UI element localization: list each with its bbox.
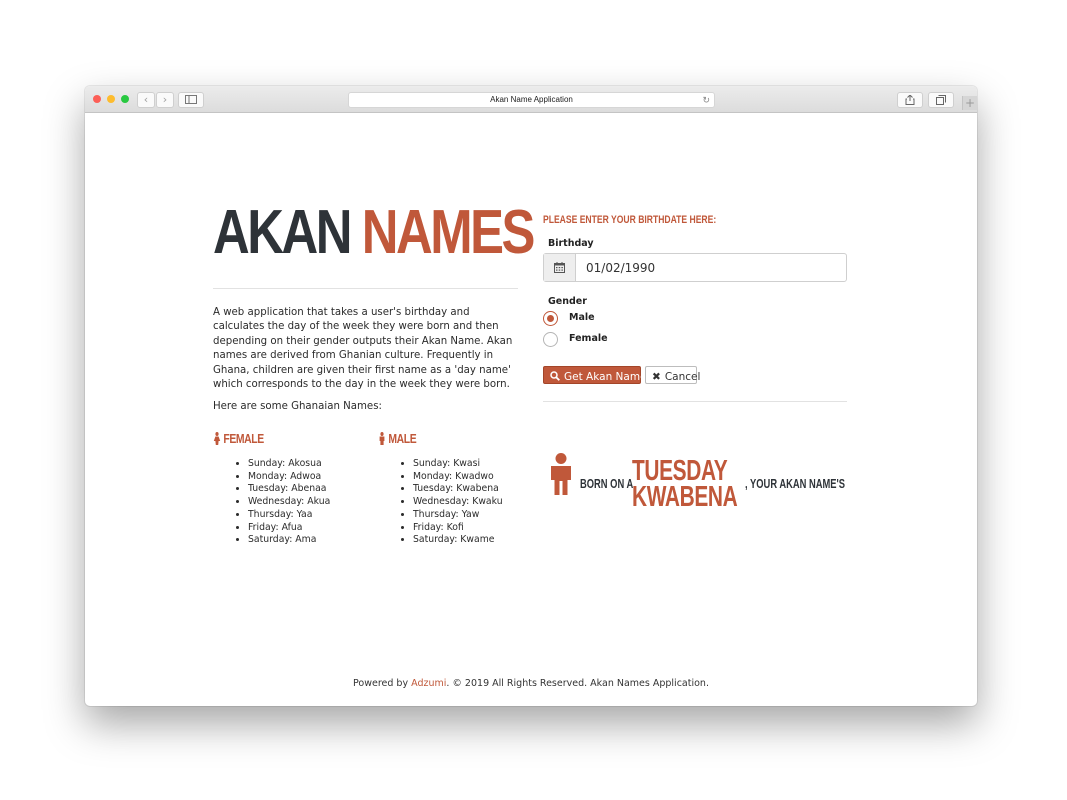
list-item: Wednesday: Kwaku	[413, 496, 503, 509]
your-akan-name-text: , YOUR AKAN NAME'S	[745, 476, 846, 491]
brand-word-2: NAMES	[361, 198, 536, 267]
brand-word-1: AKAN	[213, 198, 352, 267]
show-tabs-button[interactable]	[928, 92, 954, 108]
get-akan-name-button[interactable]: Get Akan Name	[543, 366, 647, 384]
person-icon	[551, 453, 571, 495]
footer-link[interactable]: Adzumi	[411, 678, 446, 689]
form-title: PLEASE ENTER YOUR BIRTHDATE HERE:	[543, 214, 717, 226]
brand-logo: AKAN NAMES	[213, 202, 535, 264]
list-item: Monday: Kwadwo	[413, 471, 503, 484]
list-item: Saturday: Kwame	[413, 534, 503, 547]
cancel-button[interactable]: ✖ Cancel	[645, 366, 700, 384]
page-content: AKAN NAMES A web application that takes …	[85, 113, 977, 706]
share-button[interactable]	[897, 92, 923, 108]
male-heading: MALE	[378, 431, 417, 446]
share-icon	[905, 95, 915, 105]
divider	[213, 288, 518, 289]
list-item: Sunday: Kwasi	[413, 458, 503, 471]
list-item: Tuesday: Abenaa	[248, 483, 330, 496]
female-radio[interactable]	[543, 332, 558, 347]
gender-label: Gender	[548, 296, 587, 307]
address-bar[interactable]: Akan Name Application ↻	[348, 92, 715, 108]
list-item: Wednesday: Akua	[248, 496, 330, 509]
male-names-list: Sunday: Kwasi Monday: Kwadwo Tuesday: Kw…	[393, 458, 503, 547]
male-icon	[379, 432, 385, 445]
list-item: Tuesday: Kwabena	[413, 483, 503, 496]
footer: Powered by Adzumi. © 2019 All Rights Res…	[85, 678, 977, 689]
close-icon: ✖	[652, 371, 661, 383]
calendar-addon[interactable]	[544, 254, 576, 281]
result-akan-name: KWABENA	[632, 481, 738, 513]
list-item: Monday: Adwoa	[248, 471, 330, 484]
sidebar-toggle-button[interactable]	[178, 92, 204, 108]
browser-window: ‹ › Akan Name Application ↻ + AKAN NAMES…	[85, 86, 977, 706]
result-panel: BORN ON A TUESDAY KWABENA , YOUR AKAN NA…	[548, 453, 848, 523]
forward-button[interactable]: ›	[156, 92, 174, 108]
female-radio-label: Female	[569, 333, 608, 344]
female-names-list: Sunday: Akosua Monday: Adwoa Tuesday: Ab…	[228, 458, 330, 547]
list-item: Saturday: Ama	[248, 534, 330, 547]
zoom-window-button[interactable]	[121, 95, 129, 103]
browser-titlebar: ‹ › Akan Name Application ↻ +	[85, 86, 977, 113]
birthday-label: Birthday	[548, 238, 594, 249]
reload-icon[interactable]: ↻	[702, 93, 710, 107]
list-item: Thursday: Yaa	[248, 509, 330, 522]
list-item: Sunday: Akosua	[248, 458, 330, 471]
list-item: Thursday: Yaw	[413, 509, 503, 522]
birthday-input[interactable]	[576, 254, 844, 281]
male-radio-label: Male	[569, 312, 595, 323]
male-radio[interactable]	[543, 311, 558, 326]
calendar-icon	[554, 262, 565, 273]
close-window-button[interactable]	[93, 95, 101, 103]
female-heading: FEMALE	[213, 431, 264, 446]
back-button[interactable]: ‹	[137, 92, 155, 108]
get-akan-name-label: Get Akan Name	[564, 371, 647, 383]
female-icon	[213, 432, 221, 445]
divider	[543, 401, 847, 402]
list-item: Friday: Afua	[248, 522, 330, 535]
names-intro: Here are some Ghanaian Names:	[213, 401, 382, 412]
app-description: A web application that takes a user's bi…	[213, 307, 513, 391]
new-tab-button[interactable]: +	[962, 96, 977, 110]
footer-prefix: Powered by	[353, 678, 409, 689]
page-title: Akan Name Application	[490, 95, 573, 104]
born-on-text: BORN ON A	[580, 476, 634, 491]
search-icon	[550, 371, 560, 381]
list-item: Friday: Kofi	[413, 522, 503, 535]
male-heading-label: MALE	[388, 431, 417, 446]
footer-suffix: . © 2019 All Rights Reserved. Akan Names…	[446, 678, 709, 689]
birthday-input-group	[543, 253, 847, 282]
minimize-window-button[interactable]	[107, 95, 115, 103]
cancel-label: Cancel	[664, 371, 701, 383]
sidebar-icon	[185, 95, 197, 104]
female-heading-label: FEMALE	[223, 431, 264, 446]
tabs-icon	[936, 95, 946, 105]
